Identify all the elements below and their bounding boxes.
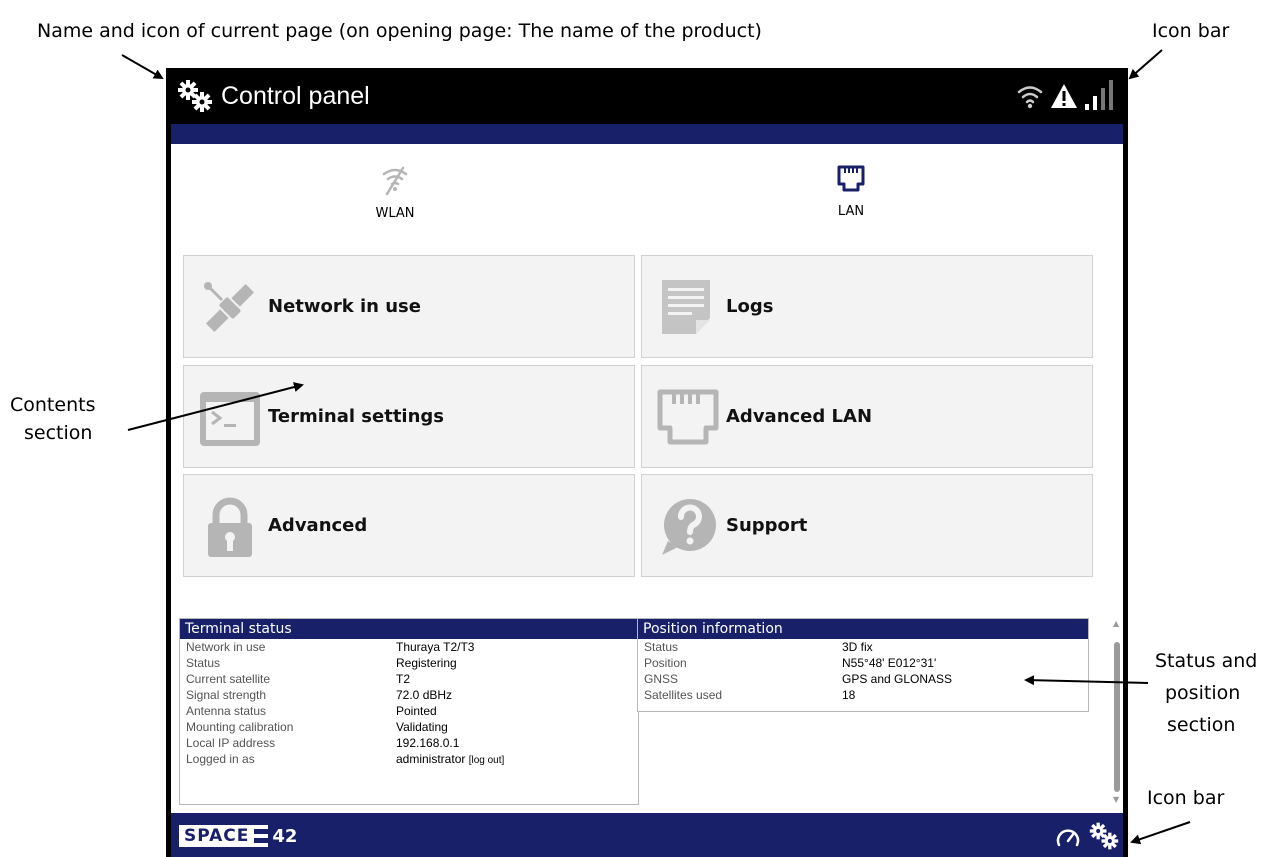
status-row: Signal strength 72.0 dBHz [180,687,638,703]
status-value: 192.168.0.1 [396,736,460,750]
tile-label: Support [726,515,808,536]
help-icon [662,499,716,555]
annotation-status-line2: position [1165,682,1241,704]
dashboard-gauge-icon[interactable] [1055,825,1081,849]
terminal-status-panel: Terminal status Network in use Thuraya T2… [179,618,639,805]
status-value: Pointed [396,704,437,718]
wlan-disabled-icon [382,166,408,196]
status-key: Local IP address [186,736,276,750]
status-row: Network in use Thuraya T2/T3 [180,639,638,655]
panel-title: Terminal status [180,619,638,639]
tile-support[interactable]: Support [641,474,1093,577]
status-value: 72.0 dBHz [396,688,453,702]
position-value: 18 [842,688,856,702]
position-key: Satellites used [644,688,723,702]
arrow-page-name [121,54,164,79]
status-row: Status Registering [180,655,638,671]
satellite-icon [204,282,255,333]
status-value: administrator [log out] [396,751,504,769]
signal-bars-icon[interactable] [1083,78,1119,112]
position-information-panel: Position information Status 3D fix Positi… [637,618,1089,712]
control-panel-screen: Control panel WLAN LAN Network in use Lo… [171,68,1123,857]
status-key: Current satellite [186,672,271,686]
logo-text-space: SPACE [179,825,255,847]
status-row: Local IP address 192.168.0.1 [180,735,638,751]
status-key: Logged in as [186,752,255,766]
gears-icon[interactable] [177,79,213,113]
tile-network-in-use[interactable]: Network in use [183,255,635,358]
status-value: Thuraya T2/T3 [396,640,475,654]
space42-logo: SPACE 42 [179,823,297,849]
tile-advanced[interactable]: Advanced [183,474,635,577]
top-icon-bar: Control panel [171,68,1123,124]
lan-label: LAN [837,204,865,219]
annotation-page-name: Name and icon of current page (on openin… [37,20,762,42]
document-icon [662,280,710,334]
bottom-icon-bar: SPACE 42 [171,813,1123,857]
position-key: Position [644,656,687,670]
wlan-label: WLAN [375,206,415,221]
warning-icon[interactable] [1049,82,1079,110]
lan-status[interactable]: LAN [751,164,951,219]
wlan-status[interactable]: WLAN [295,164,495,221]
tile-label: Advanced LAN [726,406,873,427]
panel-title: Position information [638,619,1088,639]
tile-advanced-lan[interactable]: Advanced LAN [641,365,1093,468]
status-value: Registering [396,656,457,670]
tile-label: Logs [726,296,774,317]
ethernet-port-icon [657,389,719,445]
position-row: Position N55°48' E012°31' [638,655,1088,671]
annotation-contents-line2: section [24,422,93,444]
scroll-thumb[interactable] [1114,642,1120,792]
tile-label: Network in use [268,296,421,317]
scroll-up-icon[interactable]: ▲ [1113,620,1121,628]
status-scrollbar[interactable]: ▲ ▼ [1111,618,1123,808]
position-row: Satellites used 18 [638,687,1088,703]
annotation-icon-bar-bottom: Icon bar [1147,787,1225,809]
position-key: GNSS [644,672,679,686]
page-title: Control panel [221,82,370,110]
status-value: Validating [396,720,448,734]
device-frame: Control panel WLAN LAN Network in use Lo… [166,68,1128,857]
gears-icon[interactable] [1089,821,1119,851]
logo-text-42: 42 [272,825,298,847]
position-row: GNSS GPS and GLONASS [638,671,1088,687]
logout-link[interactable]: [log out] [469,755,505,766]
status-key: Network in use [186,640,266,654]
tile-label: Advanced [268,515,368,536]
position-value: 3D fix [842,640,873,654]
header-accent-bar [171,124,1123,144]
status-value: T2 [396,672,411,686]
arrow-icon-bar-top [1128,49,1163,80]
ethernet-port-icon [837,165,865,192]
tile-terminal-settings[interactable]: Terminal settings [183,365,635,468]
position-key: Status [644,640,679,654]
position-value: GPS and GLONASS [842,672,953,686]
annotation-contents-line1: Contents [10,394,96,416]
arrow-icon-bar-bottom [1130,821,1191,845]
wifi-icon[interactable] [1017,82,1043,110]
logo-dash [254,825,269,847]
tile-label: Terminal settings [268,406,445,427]
annotation-icon-bar-top: Icon bar [1152,20,1230,42]
position-row: Status 3D fix [638,639,1088,655]
terminal-icon [200,392,260,446]
logged-in-user: administrator [396,752,466,766]
status-key: Signal strength [186,688,267,702]
status-row: Antenna status Pointed [180,703,638,719]
tile-logs[interactable]: Logs [641,255,1093,358]
status-row: Logged in as administrator [log out] [180,751,638,767]
status-key: Status [186,656,221,670]
status-row: Current satellite T2 [180,671,638,687]
annotation-status-line1: Status and [1155,650,1258,672]
annotation-status-line3: section [1167,714,1236,736]
position-value: N55°48' E012°31' [842,656,937,670]
lock-icon [208,497,252,557]
status-key: Mounting calibration [186,720,294,734]
status-key: Antenna status [186,704,267,718]
status-row: Mounting calibration Validating [180,719,638,735]
scroll-down-icon[interactable]: ▼ [1113,796,1121,804]
